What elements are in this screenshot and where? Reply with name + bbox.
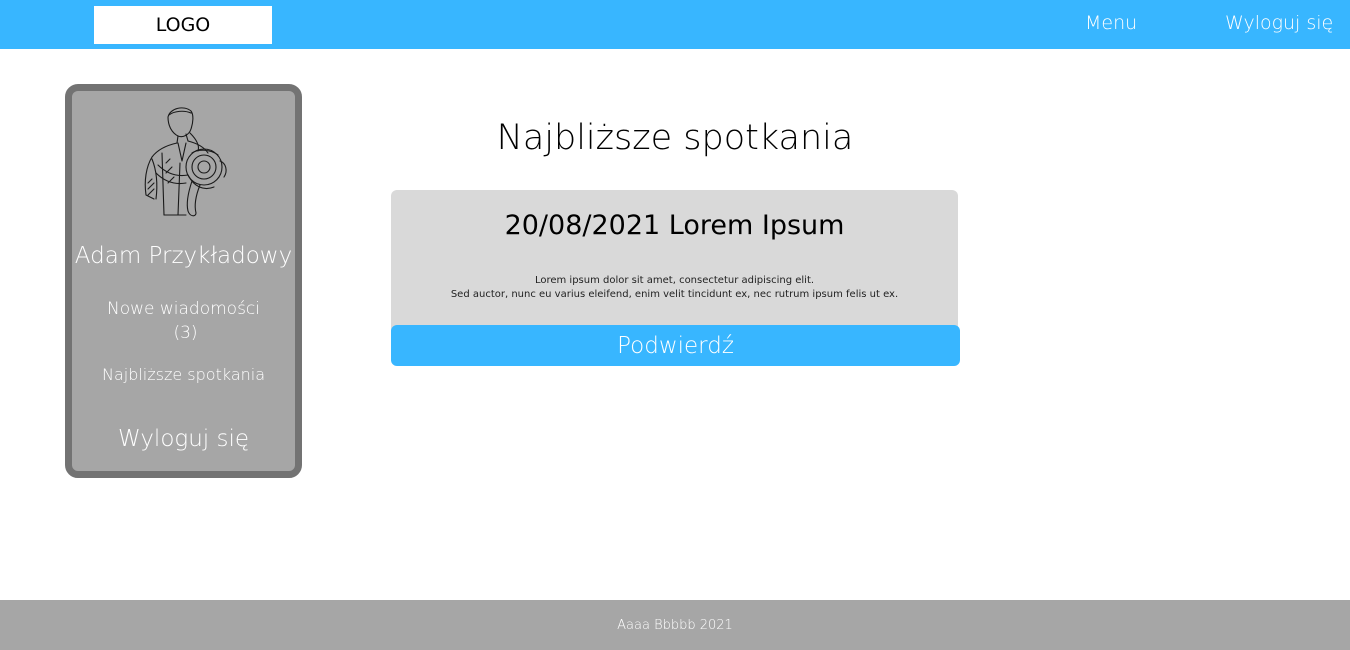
meeting-description: Lorem ipsum dolor sit amet, consectetur …: [391, 274, 958, 302]
page-title: Najbliższe spotkania: [496, 118, 854, 158]
footer-text: Aaaa Bbbbb 2021: [617, 617, 733, 633]
meeting-card: 20/08/2021 Lorem Ipsum Lorem ipsum dolor…: [391, 190, 958, 340]
sidebar-item-messages[interactable]: Nowe wiadomości (3): [72, 297, 295, 345]
sidebar-item-logout[interactable]: Wyloguj się: [72, 426, 295, 452]
nav-menu-link[interactable]: Menu: [1085, 12, 1137, 34]
confirm-button[interactable]: Podwierdź: [391, 325, 960, 366]
top-navbar: LOGO Menu Wyloguj się: [0, 0, 1350, 49]
meeting-title: 20/08/2021 Lorem Ipsum: [504, 210, 845, 241]
user-name: Adam Przykładowy: [74, 243, 293, 269]
footer: Aaaa Bbbbb 2021: [0, 600, 1350, 650]
sidebar-item-messages-label: Nowe wiadomości: [106, 299, 260, 319]
meeting-description-line: Sed auctor, nunc eu varius eleifend, eni…: [450, 289, 899, 300]
avatar: [144, 107, 227, 217]
messages-count-badge: (3): [173, 323, 198, 343]
sidebar-item-meetings[interactable]: Najbliższe spotkania: [72, 365, 295, 384]
nav-logout-link[interactable]: Wyloguj się: [1225, 12, 1333, 34]
profile-sidebar: Adam Przykładowy Nowe wiadomości (3) Naj…: [65, 84, 302, 478]
meeting-description-line: Lorem ipsum dolor sit amet, consectetur …: [534, 275, 815, 286]
logo[interactable]: LOGO: [94, 6, 272, 44]
